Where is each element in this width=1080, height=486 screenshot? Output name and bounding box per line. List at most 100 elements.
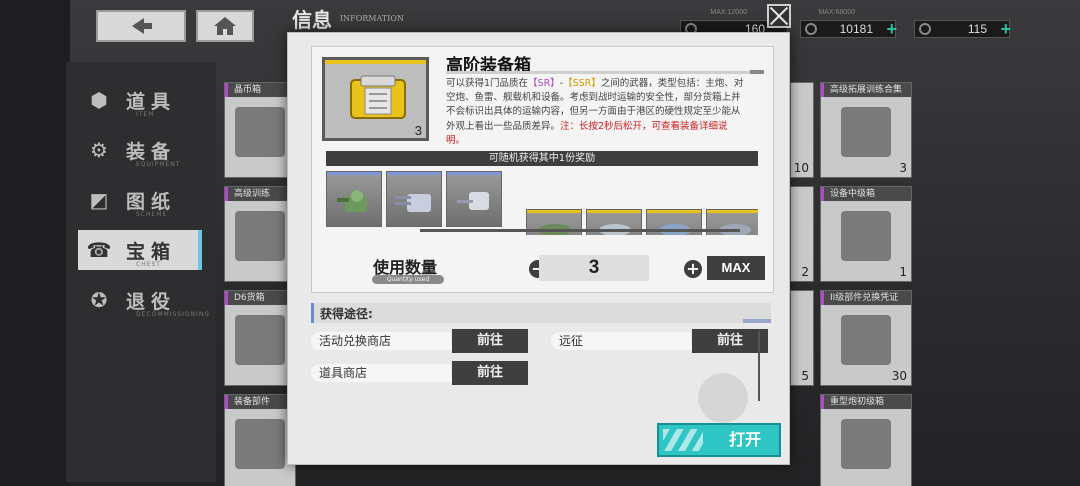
resource-gems: 115 +	[914, 19, 1011, 40]
rarity-bar	[527, 210, 581, 213]
inventory-card[interactable]: 装备部件	[224, 394, 296, 486]
turret-icon: ⚙	[90, 138, 108, 162]
quantity-input[interactable]: 3	[539, 255, 649, 281]
item-art	[841, 419, 891, 469]
category-label-en: DECOMMISSIONING	[136, 311, 210, 318]
card-title: 重型炮初级箱	[821, 395, 911, 409]
route-name: 活动兑换商店	[311, 332, 451, 350]
left-edge-strip	[0, 0, 70, 486]
inventory-card[interactable]: II级部件兑换凭证 30	[820, 290, 912, 386]
medal-icon: ✪	[90, 288, 108, 312]
card-count: 10	[793, 161, 809, 175]
item-art	[235, 419, 285, 469]
max-quantity-button[interactable]: MAX	[707, 256, 765, 280]
item-detail-panel: 3 高阶装备箱 可以获得1门品质在【SR】-【SSR】之间的武器，类型包括：主炮…	[311, 46, 774, 293]
equipment-icon	[719, 224, 751, 235]
card-title: II级部件兑换凭证	[821, 291, 911, 305]
resource-value: 10181	[839, 22, 873, 36]
card-count: 1	[899, 265, 907, 279]
card-title: 设备中级箱	[821, 187, 911, 201]
inventory-card[interactable]: 10	[790, 82, 814, 178]
rarity-bar	[647, 210, 701, 213]
inventory-card[interactable]: 5	[790, 290, 814, 386]
category-label-en: CHEST	[136, 261, 161, 268]
category-label: 宝箱	[126, 240, 177, 263]
reward-item[interactable]	[446, 171, 502, 227]
increase-quantity-button[interactable]: +	[684, 260, 702, 278]
close-button[interactable]	[767, 4, 791, 28]
torpedo-icon	[539, 224, 571, 235]
category-label-en: EQUIPMENT	[136, 161, 181, 168]
screen-title-en: INFORMATION	[340, 14, 404, 23]
route-name: 道具商店	[311, 364, 451, 382]
ssr-rarity-tag: 【SSR】	[563, 78, 601, 89]
obtain-header: 获得途径:	[311, 303, 771, 323]
reward-banner: 可随机获得其中1份奖励	[326, 151, 758, 166]
card-title: 高级拓展训练合集	[821, 83, 911, 97]
card-title: D6货箱	[225, 291, 295, 305]
category-label-en: ITEM	[136, 111, 155, 118]
item-description: 可以获得1门品质在【SR】-【SSR】之间的武器，类型包括：主炮、对空炮、鱼雷、…	[446, 77, 746, 148]
home-button[interactable]	[196, 10, 254, 42]
category-decommission[interactable]: ✪ 退役 DECOMMISSIONING	[78, 280, 209, 320]
open-button-label: 打开	[728, 430, 761, 449]
inventory-card[interactable]: 重型炮初级箱	[820, 394, 912, 486]
inventory-card[interactable]: 2	[790, 186, 814, 282]
home-icon	[214, 17, 236, 35]
reward-list[interactable]	[326, 171, 758, 235]
rarity-bar	[447, 172, 501, 175]
category-panel	[66, 62, 216, 482]
back-arrow-icon	[132, 18, 152, 34]
resource-value: 115	[967, 22, 987, 36]
card-count: 5	[801, 369, 809, 383]
inventory-card[interactable]: 高级训练	[224, 186, 296, 282]
category-label: 退役	[126, 290, 177, 313]
add-coins-button[interactable]: +	[886, 19, 897, 40]
aa-gun-icon	[457, 192, 489, 210]
category-label: 道具	[126, 90, 177, 113]
rarity-bar	[587, 210, 641, 213]
item-thumbnail: 3	[322, 57, 429, 141]
item-art	[841, 315, 891, 365]
item-art	[841, 107, 891, 157]
desc-text: 可以获得1门品质在	[446, 78, 529, 89]
reward-item[interactable]	[386, 171, 442, 227]
open-chest-button[interactable]: 打开	[657, 423, 781, 457]
route-go-button[interactable]: 前往	[452, 329, 528, 353]
inventory-card[interactable]: 高级拓展训练合集 3	[820, 82, 912, 178]
card-count: 30	[891, 369, 907, 383]
inventory-card[interactable]: 设备中级箱 1	[820, 186, 912, 282]
rarity-bar	[325, 60, 426, 64]
item-art	[841, 211, 891, 261]
route-name: 远征	[551, 332, 691, 350]
reward-scroll-track	[420, 229, 740, 232]
card-count: 3	[899, 161, 907, 175]
rarity-bar	[387, 172, 441, 175]
blueprint-icon: ◩	[89, 188, 109, 212]
inventory-card[interactable]: D6货箱	[224, 290, 296, 386]
reward-item[interactable]	[326, 171, 382, 227]
route-go-button[interactable]: 前往	[452, 361, 528, 385]
chest-icon: ☎	[86, 238, 112, 262]
item-info-dialog: 3 高阶装备箱 可以获得1门品质在【SR】-【SSR】之间的武器，类型包括：主炮…	[287, 32, 790, 465]
category-scheme[interactable]: ◩ 图纸 SCHEME	[78, 180, 202, 220]
category-item[interactable]: ⬢ 道具 ITEM	[78, 80, 202, 120]
add-gems-button[interactable]: +	[1000, 19, 1011, 40]
resource-coins: MAX:68000 10181 +	[800, 9, 897, 40]
coin-icon	[805, 23, 817, 35]
category-equipment[interactable]: ⚙ 装备 EQUIPMENT	[78, 130, 202, 170]
route-go-button[interactable]: 前往	[692, 329, 768, 353]
category-label: 图纸	[126, 190, 177, 213]
plane-icon	[659, 224, 691, 235]
item-count: 3	[414, 123, 422, 138]
card-title: 装备部件	[225, 395, 295, 409]
sr-rarity-tag: 【SR】	[528, 78, 560, 89]
inventory-card[interactable]: 晶币箱	[224, 82, 296, 178]
gun-mount-icon	[599, 224, 631, 235]
category-label: 装备	[126, 140, 177, 163]
card-count: 2	[801, 265, 809, 279]
green-turret-icon	[337, 190, 367, 212]
quantity-label-en: Quantity used	[372, 275, 444, 284]
back-button[interactable]	[96, 10, 186, 42]
category-chest[interactable]: ☎ 宝箱 CHEST	[78, 230, 202, 270]
